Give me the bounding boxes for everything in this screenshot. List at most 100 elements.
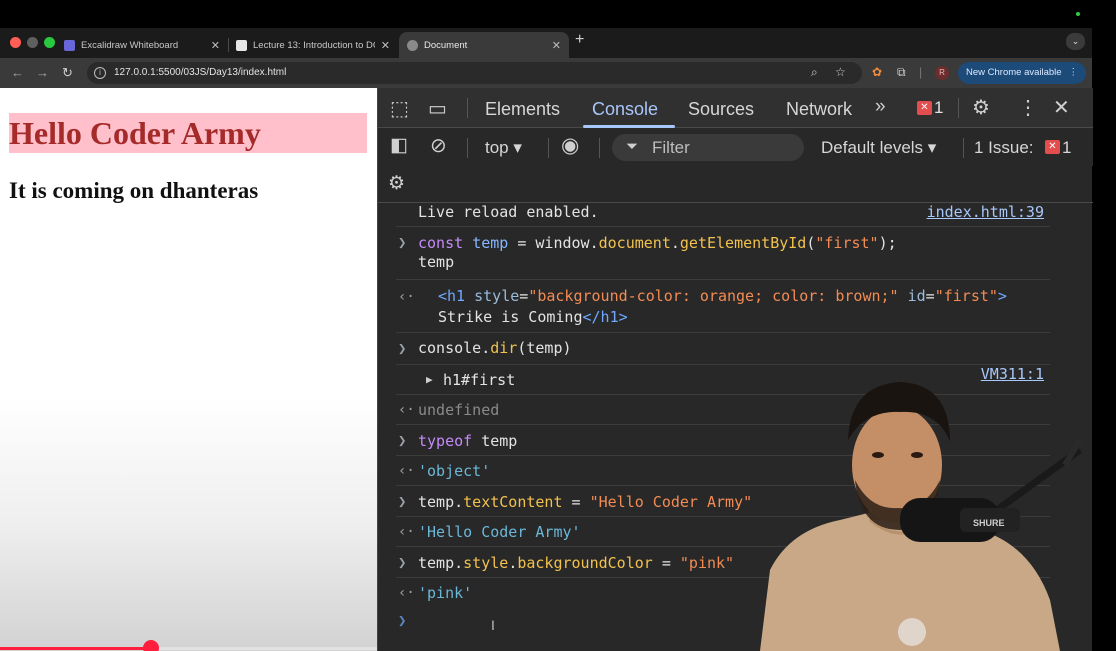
tab-bar: Excalidraw Whiteboard ✕ Lecture 13: Intr… <box>0 28 1092 58</box>
issue-icon: ✕ <box>1045 140 1060 154</box>
context-selector[interactable]: top ▾ <box>485 138 522 158</box>
excalidraw-favicon-icon <box>64 39 75 51</box>
url-text: 127.0.0.1:5500/03JS/Day13/index.html <box>114 67 287 78</box>
tab-title: Excalidraw Whiteboard <box>81 39 179 51</box>
extension-icon[interactable]: ✿ <box>872 65 882 79</box>
tab-lecture-13[interactable]: Lecture 13: Introduction to DO ✕ <box>228 32 398 58</box>
console-result: 'Hello Coder Army' <box>418 523 581 541</box>
result-text: Strike is Coming <box>438 308 583 326</box>
console-command: temp.style.backgroundColor = "pink" <box>418 554 735 572</box>
recording-indicator <box>1076 12 1080 16</box>
expand-triangle-icon[interactable]: ▶ <box>426 370 433 389</box>
console-result: 'object' <box>418 462 491 480</box>
context-value: top <box>485 138 509 157</box>
result-arrow-icon: ‹· <box>398 402 415 418</box>
sidebar-toggle-icon[interactable]: ◧ <box>390 134 408 157</box>
reload-icon[interactable]: ↻ <box>62 65 73 81</box>
new-chrome-label: New Chrome available <box>966 67 1062 78</box>
settings-gear-icon[interactable]: ⚙ <box>972 95 990 120</box>
clear-console-icon[interactable]: ⊘ <box>430 133 447 158</box>
filter-funnel-icon: ⏷ <box>626 138 639 155</box>
tab-sources[interactable]: Sources <box>688 99 754 120</box>
video-top-strip <box>0 0 1116 28</box>
bookmark-star-icon[interactable]: ☆ <box>835 65 846 79</box>
video-progress-fill <box>0 647 151 650</box>
extensions-puzzle-icon[interactable]: ⧉ <box>897 65 906 80</box>
zoom-icon[interactable]: ⌕ <box>811 65 818 80</box>
console-prompt-chevron-icon[interactable]: ❯ <box>398 613 406 629</box>
page-heading-h2: It is coming on dhanteras <box>9 178 259 203</box>
log-levels-value: Default levels <box>821 138 924 157</box>
more-options-icon[interactable]: ⋮ <box>1069 62 1079 84</box>
more-tabs-chevron-icon[interactable]: » <box>875 96 886 118</box>
tab-elements[interactable]: Elements <box>485 99 560 120</box>
tab-console[interactable]: Console <box>592 99 658 120</box>
issues-label[interactable]: 1 Issue: <box>974 138 1034 158</box>
page-heading-h1: Hello Coder Army <box>9 113 367 153</box>
new-tab-plus-icon[interactable]: + <box>575 31 584 49</box>
console-message[interactable]: h1#first <box>443 371 515 390</box>
device-toolbar-icon[interactable]: ▭ <box>428 96 447 121</box>
result-arrow-icon: ‹· <box>398 289 415 305</box>
tab-search-chevron-icon[interactable]: ⌄ <box>1066 33 1085 50</box>
profile-avatar[interactable]: R <box>935 66 949 80</box>
tab-document[interactable]: Document ✕ <box>399 32 569 58</box>
tab-title: Document <box>424 39 468 51</box>
filter-input[interactable]: ⏷ Filter <box>612 134 804 161</box>
console-result: undefined <box>418 401 500 419</box>
close-devtools-icon[interactable]: ✕ <box>1053 95 1070 120</box>
tab-excalidraw[interactable]: Excalidraw Whiteboard ✕ <box>56 32 228 58</box>
address-bar[interactable]: i 127.0.0.1:5500/03JS/Day13/index.html ⌕… <box>87 62 862 84</box>
browser-toolbar: ← → ↻ i 127.0.0.1:5500/03JS/Day13/index.… <box>0 58 1092 88</box>
input-chevron-icon: ❯ <box>398 341 407 357</box>
console-input-row: ❯ console.dir(temp) <box>396 333 1050 365</box>
result-arrow-icon: ‹· <box>398 524 415 540</box>
console-command: console.dir(temp) <box>418 339 572 357</box>
error-count[interactable]: 1 <box>934 98 943 118</box>
tab-title: Lecture 13: Introduction to DO <box>253 39 375 51</box>
console-result-row: ‹· <h1 style="background-color: orange; … <box>396 280 1050 333</box>
tab-close-icon[interactable]: ✕ <box>211 39 220 52</box>
new-chrome-available-button[interactable]: New Chrome available ⋮ <box>958 62 1086 84</box>
issues-count[interactable]: 1 <box>1062 138 1071 158</box>
video-progress-knob[interactable] <box>143 640 159 651</box>
console-log-row: Live reload enabled. index.html:39 <box>396 203 1050 227</box>
inspect-element-icon[interactable]: ⬚ <box>390 96 409 121</box>
console-settings-gear-icon[interactable]: ⚙ <box>388 172 405 195</box>
input-chevron-icon: ❯ <box>398 235 407 251</box>
result-arrow-icon: ‹· <box>398 585 415 601</box>
back-arrow-icon[interactable]: ← <box>11 65 24 80</box>
input-chevron-icon: ❯ <box>398 433 407 449</box>
console-toolbar: ◧ ⊘ top ▾ ◉ ⏷ Filter Default levels ▾ 1 … <box>378 128 1093 166</box>
log-levels-dropdown[interactable]: Default levels ▾ <box>821 138 936 158</box>
console-settings-row: ⚙ <box>378 166 1093 203</box>
tab-close-icon[interactable]: ✕ <box>552 39 561 52</box>
notion-favicon-icon <box>236 39 247 51</box>
customize-kebab-icon[interactable]: ⋮ <box>1018 95 1038 120</box>
console-command: const temp = window.document.getElementB… <box>418 234 897 252</box>
maximize-window-button[interactable] <box>44 37 55 48</box>
console-result-element-line2: Strike is Coming</h1> <box>438 308 628 326</box>
filter-placeholder: Filter <box>652 138 690 157</box>
console-result-element[interactable]: <h1 style="background-color: orange; col… <box>438 287 1007 306</box>
source-link[interactable]: index.html:39 <box>927 203 1044 221</box>
toolbar-divider: | <box>919 65 923 79</box>
console-command: typeof temp <box>418 432 518 450</box>
console-command-line2: temp <box>418 253 455 271</box>
presenter-video-icon: SHURE <box>760 382 1083 651</box>
minimize-window-button[interactable] <box>27 37 38 48</box>
tab-network[interactable]: Network <box>786 99 852 120</box>
site-info-icon[interactable]: i <box>94 67 106 79</box>
tab-close-icon[interactable]: ✕ <box>381 39 390 52</box>
close-window-button[interactable] <box>10 37 21 48</box>
console-input-row: ❯ const temp = window.document.getElemen… <box>396 227 1050 280</box>
presenter-webcam-overlay: SHURE <box>760 370 1090 651</box>
console-command: temp.textContent = "Hello Coder Army" <box>418 493 753 511</box>
input-chevron-icon: ❯ <box>398 555 407 571</box>
input-chevron-icon: ❯ <box>398 494 407 510</box>
forward-arrow-icon[interactable]: → <box>36 65 49 80</box>
page-viewport: Hello Coder Army It is coming on dhanter… <box>0 88 377 651</box>
console-result: 'pink' <box>418 584 473 602</box>
console-message: Live reload enabled. <box>418 203 599 221</box>
live-expression-eye-icon[interactable]: ◉ <box>561 133 579 158</box>
